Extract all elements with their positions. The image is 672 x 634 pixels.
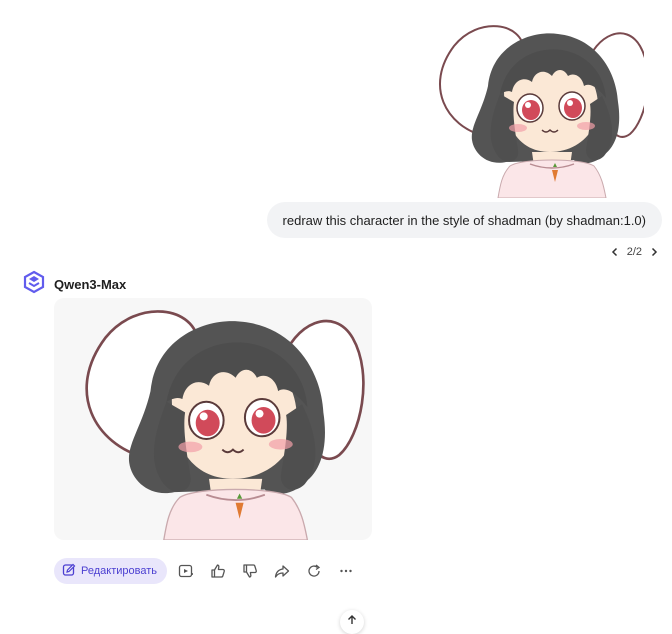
generated-image[interactable]: [54, 298, 372, 540]
user-message-bubble: redraw this character in the style of sh…: [266, 202, 662, 238]
user-uploaded-image[interactable]: [426, 16, 650, 200]
regenerate-icon[interactable]: [301, 558, 327, 584]
model-name: Qwen3-Max: [54, 277, 127, 292]
edit-label: Редактировать: [81, 565, 157, 577]
user-message-text: redraw this character in the style of sh…: [282, 212, 646, 228]
share-icon[interactable]: [269, 558, 295, 584]
character-illustration: [438, 25, 650, 200]
arrow-up-icon: [346, 613, 358, 631]
message-toolbar: Редактировать: [54, 558, 359, 584]
qwen-logo-icon: [22, 270, 46, 299]
video-generate-icon[interactable]: [173, 558, 199, 584]
edit-pencil-icon: [62, 563, 76, 580]
chevron-right-icon[interactable]: [648, 246, 660, 258]
pager-label: 2/2: [626, 246, 642, 258]
edit-button[interactable]: Редактировать: [54, 558, 167, 584]
response-pager: 2/2: [609, 246, 660, 258]
thumbs-down-icon[interactable]: [237, 558, 263, 584]
assistant-header: Qwen3-Max: [22, 270, 126, 299]
more-dots-icon[interactable]: [333, 558, 359, 584]
thumbs-up-icon[interactable]: [205, 558, 231, 584]
scroll-to-top-button[interactable]: [340, 610, 364, 634]
character-illustration: [85, 310, 365, 540]
chevron-left-icon[interactable]: [609, 246, 621, 258]
